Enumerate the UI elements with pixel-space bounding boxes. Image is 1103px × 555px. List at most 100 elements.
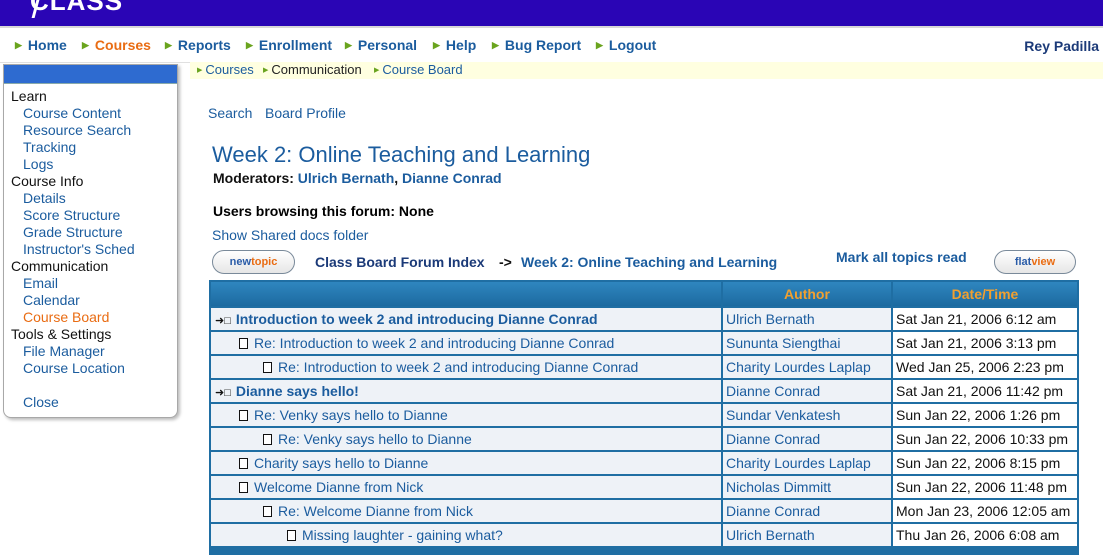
menu-item-course-location[interactable]: Course Location <box>23 360 125 376</box>
breadcrumb-communication[interactable]: ▶ Communication <box>263 62 362 77</box>
shared-docs-link[interactable]: Show Shared docs folder <box>212 227 368 243</box>
menu-item-score-structure[interactable]: Score Structure <box>23 207 120 223</box>
author-link[interactable]: Charity Lourdes Laplap <box>723 452 891 474</box>
forum-index-link[interactable]: Class Board Forum Index <box>315 254 485 270</box>
nav-help[interactable]: ▶ Help <box>433 37 476 53</box>
reply-icon <box>287 530 296 541</box>
table-row: ➜□ Introduction to week 2 and introducing… <box>211 308 1077 330</box>
top-banner: CLASS <box>0 0 1103 28</box>
breadcrumb: ▶ Courses ▶ Communication ▶ Course Board <box>190 62 1103 79</box>
table-row: Re: Welcome Dianne from Nick Dianne Conra… <box>211 500 1077 522</box>
nav-arrow-icon: ▶ <box>15 40 22 50</box>
topic-cell: Welcome Dianne from Nick <box>211 476 721 498</box>
breadcrumb-course-board[interactable]: ▶ Course Board <box>374 62 463 77</box>
topic-link[interactable]: Re: Venky says hello to Dianne <box>254 407 448 423</box>
nav-home[interactable]: ▶ Home <box>15 37 67 53</box>
moderator-link[interactable]: Dianne Conrad <box>402 170 502 186</box>
table-row: Re: Introduction to week 2 and introduci… <box>211 356 1077 378</box>
topic-link[interactable]: Charity says hello to Dianne <box>254 455 428 471</box>
nav-reports[interactable]: ▶ Reports <box>165 37 231 53</box>
topic-link[interactable]: Dianne says hello! <box>236 383 359 399</box>
author-link[interactable]: Dianne Conrad <box>723 500 891 522</box>
topic-cell: Missing laughter - gaining what? <box>211 524 721 546</box>
reply-icon <box>263 506 272 517</box>
topic-link[interactable]: Introduction to week 2 and introducing D… <box>236 311 598 327</box>
menu-item-logs[interactable]: Logs <box>23 156 53 172</box>
post-date: Thu Jan 26, 2006 6:08 am <box>893 524 1077 546</box>
thread-root-icon: ➜□ <box>215 387 231 399</box>
mark-all-read-link[interactable]: Mark all topics read <box>836 249 967 265</box>
users-browsing-text: Users browsing this forum: None <box>213 203 434 219</box>
topic-cell: ➜□ Dianne says hello! <box>211 380 721 402</box>
author-link[interactable]: Sununta Siengthai <box>723 332 891 354</box>
forum-title[interactable]: Week 2: Online Teaching and Learning <box>212 142 590 168</box>
new-topic-button[interactable]: newtopic <box>212 250 295 274</box>
topic-link[interactable]: Re: Welcome Dianne from Nick <box>278 503 473 519</box>
topic-cell: Re: Introduction to week 2 and introduci… <box>211 332 721 354</box>
author-link[interactable]: Nicholas Dimmitt <box>723 476 891 498</box>
table-row: Welcome Dianne from Nick Nicholas Dimmitt… <box>211 476 1077 498</box>
moderators-label: Moderators: <box>213 170 294 186</box>
post-date: Sun Jan 22, 2006 11:48 pm <box>893 476 1077 498</box>
current-forum-link[interactable]: Week 2: Online Teaching and Learning <box>521 254 777 270</box>
nav-logout[interactable]: ▶ Logout <box>596 37 656 53</box>
topic-cell: Re: Introduction to week 2 and introduci… <box>211 356 721 378</box>
reply-icon <box>239 410 248 421</box>
nav-bug-report[interactable]: ▶ Bug Report <box>492 37 581 53</box>
date-column-header: Date/Time <box>893 282 1077 306</box>
nav-courses[interactable]: ▶ Courses <box>82 37 151 53</box>
table-row: Re: Venky says hello to Dianne Dianne Con… <box>211 428 1077 450</box>
moderator-link[interactable]: Ulrich Bernath <box>298 170 394 186</box>
menu-item-calendar[interactable]: Calendar <box>23 292 80 308</box>
menu-item-course-board[interactable]: Course Board <box>23 309 109 325</box>
topic-link[interactable]: Re: Introduction to week 2 and introduci… <box>278 359 638 375</box>
topic-link[interactable]: Missing laughter - gaining what? <box>302 527 503 543</box>
menu-section-learn: Learn <box>11 88 47 104</box>
topic-cell: ➜□ Introduction to week 2 and introducing… <box>211 308 721 330</box>
post-date: Wed Jan 25, 2006 2:23 pm <box>893 356 1077 378</box>
menu-item-file-manager[interactable]: File Manager <box>23 343 105 359</box>
menu-item-grade-structure[interactable]: Grade Structure <box>23 224 123 240</box>
flat-view-button[interactable]: flatview <box>994 250 1076 274</box>
author-link[interactable]: Ulrich Bernath <box>723 308 891 330</box>
breadcrumb-arrow-icon: ▶ <box>263 67 269 74</box>
post-date: Sat Jan 21, 2006 11:42 pm <box>893 380 1077 402</box>
breadcrumb-courses[interactable]: ▶ Courses <box>197 62 254 77</box>
table-row: Re: Introduction to week 2 and introduci… <box>211 332 1077 354</box>
menu-item-email[interactable]: Email <box>23 275 58 291</box>
author-link[interactable]: Dianne Conrad <box>723 380 891 402</box>
menu-item-resource-search[interactable]: Resource Search <box>23 122 131 138</box>
post-date: Sun Jan 22, 2006 8:15 pm <box>893 452 1077 474</box>
course-menu-panel: Learn Course Content Resource Search Tra… <box>3 64 178 418</box>
nav-arrow-icon: ▶ <box>165 40 172 50</box>
reply-icon <box>239 338 248 349</box>
menu-item-details[interactable]: Details <box>23 190 66 206</box>
forum-nav-separator: -> <box>499 254 512 270</box>
nav-arrow-icon: ▶ <box>433 40 440 50</box>
topic-link[interactable]: Re: Introduction to week 2 and introduci… <box>254 335 614 351</box>
menu-section-communication: Communication <box>11 258 109 274</box>
author-link[interactable]: Sundar Venkatesh <box>723 404 891 426</box>
menu-item-instructors-sched[interactable]: Instructor's Sched <box>23 241 135 257</box>
topic-link[interactable]: Re: Venky says hello to Dianne <box>278 431 472 447</box>
course-menu-header <box>4 65 177 84</box>
search-link[interactable]: Search <box>208 105 252 121</box>
breadcrumb-arrow-icon: ▶ <box>197 67 203 74</box>
menu-item-tracking[interactable]: Tracking <box>23 139 76 155</box>
nav-arrow-icon: ▶ <box>82 40 89 50</box>
menu-close-link[interactable]: Close <box>23 394 59 410</box>
main-navigation: ▶ Home ▶ Courses ▶ Reports ▶ Enrollment ▶ Per… <box>0 28 1103 63</box>
reply-icon <box>239 458 248 469</box>
author-link[interactable]: Ulrich Bernath <box>723 524 891 546</box>
nav-personal[interactable]: ▶ Personal <box>345 37 417 53</box>
author-link[interactable]: Dianne Conrad <box>723 428 891 450</box>
board-profile-link[interactable]: Board Profile <box>265 105 346 121</box>
nav-enrollment[interactable]: ▶ Enrollment <box>246 37 332 53</box>
nav-arrow-icon: ▶ <box>492 40 499 50</box>
menu-item-course-content[interactable]: Course Content <box>23 105 121 121</box>
app-logo: CLASS <box>30 0 124 16</box>
table-row: ➜□ Dianne says hello! Dianne Conrad Sat Jan… <box>211 380 1077 402</box>
topic-link[interactable]: Welcome Dianne from Nick <box>254 479 423 495</box>
author-link[interactable]: Charity Lourdes Laplap <box>723 356 891 378</box>
breadcrumb-arrow-icon: ▶ <box>374 67 380 74</box>
